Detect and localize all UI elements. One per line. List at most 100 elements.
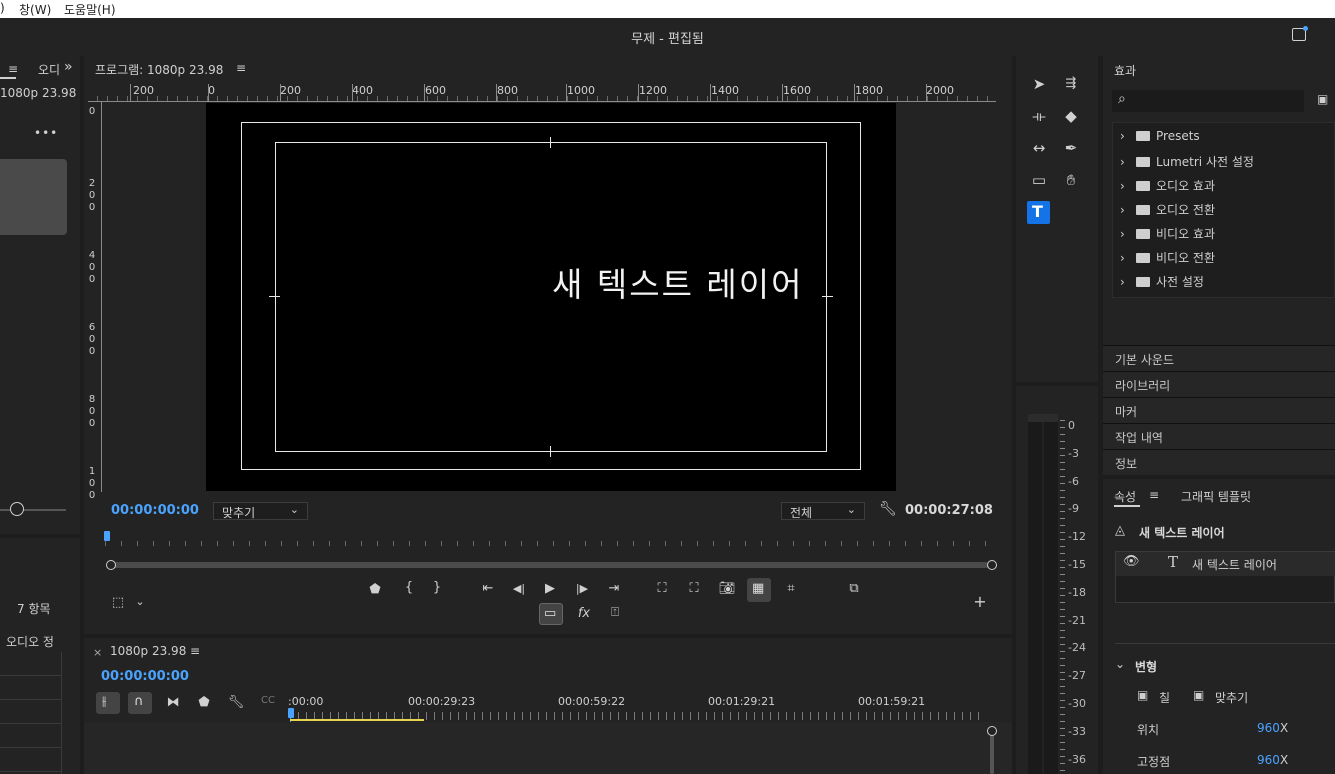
pen-tool-icon[interactable]: ✒︎ (1060, 137, 1082, 159)
marker-icon[interactable]: ⬟ (366, 582, 384, 597)
menu-item-help[interactable]: 도움말(H) (64, 1, 116, 18)
chevron-down-icon[interactable]: ⌄ (131, 595, 149, 608)
hand-tool-icon[interactable]: ✋︎ (1060, 169, 1082, 191)
chevron-down-icon[interactable]: ⌄ (1115, 657, 1125, 671)
zoom-dropdown[interactable]: 맞추기 ⌄ (213, 502, 308, 520)
current-timecode[interactable]: 00:00:00:00 (111, 503, 199, 518)
fit-label[interactable]: 맞추기 (1215, 689, 1248, 706)
folder-icon (1136, 181, 1150, 191)
razor-tool-icon[interactable]: ◆ (1060, 105, 1082, 127)
sequence-tab-label[interactable]: 1080p 23.98 (110, 644, 186, 658)
column-header-audio[interactable]: 오디오 정 (6, 633, 54, 650)
eye-icon[interactable]: 👁︎ (1123, 554, 1140, 569)
section-info[interactable]: 정보 (1103, 449, 1335, 475)
comparison-view-button[interactable]: ▦ (747, 578, 771, 602)
folder-star-icon (1136, 131, 1150, 141)
section-markers[interactable]: 마커 (1103, 397, 1335, 423)
position-x-value[interactable]: 960 (1257, 721, 1280, 735)
fill-label[interactable]: 칠 (1159, 689, 1170, 706)
safe-margin-toggle-button[interactable]: ▭ (539, 603, 563, 625)
vscroll-handle[interactable] (987, 726, 997, 736)
playhead-marker[interactable] (104, 531, 110, 541)
zoom-slider-handle[interactable] (10, 502, 24, 516)
monitor-time-ruler[interactable] (105, 536, 997, 546)
play-icon[interactable]: ▶︎ (541, 581, 559, 596)
fit-frame-icon[interactable]: ▣ (1193, 688, 1204, 702)
anchor-x-value[interactable]: 960 (1257, 753, 1280, 767)
scrollbar-handle-left[interactable] (106, 560, 116, 570)
timeline-vscroll[interactable] (990, 730, 994, 774)
go-to-out-icon[interactable]: ⇥ (605, 581, 623, 596)
quality-dropdown[interactable]: 전체 ⌄ (781, 502, 865, 520)
ripple-edit-tool-icon[interactable]: ⟛ (1028, 105, 1050, 127)
rectangle-tool-icon[interactable]: ▭ (1028, 169, 1050, 191)
fx-icon[interactable]: fx (575, 606, 593, 621)
work-area-bar[interactable] (290, 719, 424, 721)
playhead-marker[interactable] (288, 708, 294, 718)
share-icon[interactable] (1292, 26, 1308, 41)
audio-meter-panel (1016, 386, 1098, 774)
captions-icon[interactable]: CC (259, 695, 277, 706)
mark-in-icon[interactable]: { (400, 580, 418, 595)
multicam-icon[interactable]: ⌗ (782, 581, 800, 596)
window-title: 무제 - 편집됨 (631, 32, 704, 47)
wrench-icon[interactable]: 🔧︎ (879, 501, 897, 517)
track-select-tool-icon[interactable]: ⇶ (1060, 73, 1082, 95)
menu-item-window[interactable]: 창(W) (19, 1, 51, 18)
effects-search-input[interactable]: ⌕ (1112, 90, 1304, 112)
timeline-menu-icon[interactable]: ≡ (190, 644, 200, 658)
step-forward-icon[interactable]: |▶︎ (573, 582, 591, 595)
tab-properties[interactable]: 속성 (1114, 488, 1136, 505)
effects-item-presets[interactable]: › Presets (1120, 129, 1200, 143)
clip-thumbnail[interactable] (0, 159, 67, 235)
program-monitor-title: 프로그램: 1080p 23.98 (95, 63, 224, 77)
add-button-icon[interactable]: + (971, 592, 989, 611)
export-frame-icon[interactable]: ⧉ (845, 581, 863, 596)
timeline-track-area[interactable] (84, 722, 1012, 774)
menu-item-partial[interactable]: ) (0, 1, 5, 15)
extract-icon[interactable]: ⛶ (685, 581, 703, 596)
panel-menu-icon[interactable]: ≡ (1149, 488, 1159, 502)
lift-icon[interactable]: ⛶ (653, 581, 671, 596)
timeline-ruler-label: 00:01:29:21 (708, 695, 776, 708)
slip-tool-icon[interactable]: ↔ (1028, 137, 1050, 159)
step-back-icon[interactable]: ◀︎| (510, 582, 528, 595)
program-monitor-menu-icon[interactable]: ≡ (236, 61, 246, 75)
panel-menu-icon[interactable]: ≡ (8, 62, 18, 76)
project-panel: ≡ 오디 » 1080p 23.98 ••• (0, 56, 80, 534)
tab-audio[interactable]: 오디 (38, 61, 60, 78)
snap-toggle-button[interactable]: ⫲ (96, 692, 120, 714)
effects-item-audio-effects[interactable]: › 오디오 효과 (1120, 177, 1215, 194)
layer-row[interactable]: 👁︎ T 새 텍스트 레이어 (1116, 552, 1335, 576)
timeline-timecode[interactable]: 00:00:00:00 (101, 669, 189, 684)
effects-item-audio-transitions[interactable]: › 오디오 전환 (1120, 201, 1215, 218)
scrollbar-handle-right[interactable] (987, 560, 997, 570)
fill-frame-icon[interactable]: ▣ (1137, 688, 1148, 702)
export-icon[interactable]: ⍐ (606, 605, 624, 620)
selection-tool-icon[interactable]: ➤ (1028, 73, 1050, 95)
linked-selection-icon[interactable]: ⧓ (164, 695, 182, 710)
zoom-scrollbar[interactable] (112, 562, 989, 568)
timeline-settings-icon[interactable]: 🔧︎ (227, 695, 245, 710)
effects-item-video-effects[interactable]: › 비디오 효과 (1120, 225, 1215, 242)
effects-item-lumetri[interactable]: › Lumetri 사전 설정 (1120, 153, 1254, 170)
camera-icon[interactable]: 📷︎ (718, 581, 736, 596)
effects-item-presets-kr[interactable]: › 사전 설정 (1120, 273, 1204, 290)
section-history[interactable]: 작업 내역 (1103, 423, 1335, 449)
panel-overflow-icon[interactable]: » (64, 59, 73, 75)
section-essential-sound[interactable]: 기본 사운드 (1103, 345, 1335, 371)
program-monitor-video[interactable]: 새 텍스트 레이어 (206, 103, 896, 491)
new-bin-icon[interactable]: ▣ (1317, 92, 1328, 106)
more-icon[interactable]: ••• (34, 126, 58, 140)
add-marker-icon[interactable]: ⬟ (195, 695, 213, 710)
effects-item-video-transitions[interactable]: › 비디오 전환 (1120, 249, 1215, 266)
mark-out-icon[interactable]: } (428, 580, 446, 595)
section-libraries[interactable]: 라이브러리 (1103, 371, 1335, 397)
snap-button[interactable]: ∩ (128, 692, 152, 714)
close-tab-icon[interactable]: × (93, 646, 102, 659)
type-tool-button[interactable]: T (1027, 201, 1050, 224)
go-to-in-icon[interactable]: ⇤ (479, 581, 497, 596)
overlay-text[interactable]: 새 텍스트 레이어 (552, 258, 804, 306)
tab-graphics-templates[interactable]: 그래픽 템플릿 (1181, 488, 1251, 505)
safe-margins-icon[interactable]: ⬚ (109, 595, 127, 610)
